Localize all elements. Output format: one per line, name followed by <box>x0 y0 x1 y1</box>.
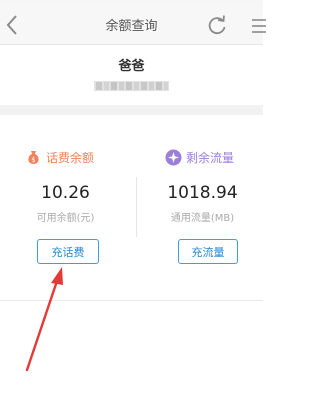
balance-card: $ 话费余额 10.26 可用余额(元) 充话费 剩余流量 1018.94 通用… <box>0 115 263 301</box>
refresh-icon[interactable] <box>205 12 229 38</box>
menu-icon[interactable] <box>252 16 266 36</box>
data-balance-panel: 剩余流量 1018.94 通用流量(MB) 充流量 <box>132 115 263 300</box>
nav-bar: 余额查询 <box>0 6 266 45</box>
phone-balance-value: 10.26 <box>41 183 90 203</box>
phone-balance-header: $ 话费余额 <box>25 148 94 166</box>
svg-text:$: $ <box>31 156 35 164</box>
sparkle-icon <box>165 149 182 165</box>
phone-balance-label: 话费余额 <box>46 150 95 165</box>
phone-balance-sublabel: 可用余额(元) <box>36 213 95 224</box>
account-header: 爸爸 <box>0 45 263 105</box>
recharge-data-button[interactable]: 充流量 <box>178 239 238 264</box>
data-balance-header: 剩余流量 <box>165 148 234 166</box>
data-balance-value: 1018.94 <box>167 183 238 203</box>
account-name: 爸爸 <box>118 59 145 74</box>
money-bag-icon: $ <box>28 150 39 164</box>
data-balance-label: 剩余流量 <box>186 150 235 165</box>
data-balance-sublabel: 通用流量(MB) <box>170 213 235 224</box>
section-divider <box>0 105 263 115</box>
masked-phone-number <box>94 81 169 91</box>
recharge-phone-button[interactable]: 充话费 <box>37 239 99 264</box>
phone-balance-panel: $ 话费余额 10.26 可用余额(元) 充话费 <box>0 115 131 300</box>
